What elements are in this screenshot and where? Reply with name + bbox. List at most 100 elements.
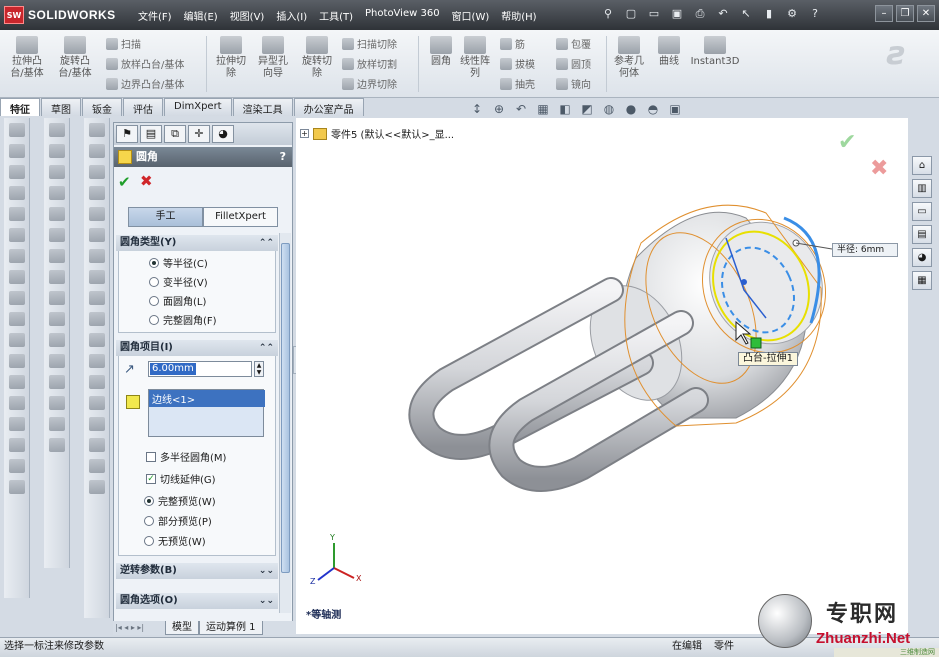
tab-render-tools[interactable]: 渲染工具 xyxy=(232,98,293,116)
wrap-button[interactable]: 包覆 xyxy=(556,36,591,51)
restore-icon[interactable]: ❐ xyxy=(896,5,914,22)
tab-sheet-metal[interactable]: 钣金 xyxy=(82,98,122,116)
view-orientation-icon[interactable]: ◧ xyxy=(558,102,572,116)
feature-tree-tab-icon[interactable]: ⚑ xyxy=(116,125,138,143)
ok-button[interactable]: ✔ xyxy=(118,173,131,191)
menu-file[interactable]: 文件(F) xyxy=(132,5,178,26)
instant3d-button[interactable]: Instant3D xyxy=(690,36,740,68)
hole-wizard-button[interactable]: 异型孔 向导 xyxy=(252,36,294,80)
tool-icon[interactable] xyxy=(88,333,105,347)
view-settings-icon[interactable]: ▣ xyxy=(668,102,682,116)
tool-icon[interactable] xyxy=(8,312,25,326)
custom-properties-icon[interactable]: ▦ xyxy=(912,271,932,290)
tool-icon[interactable] xyxy=(8,165,25,179)
display-style-icon[interactable]: ◩ xyxy=(580,102,594,116)
edges-selection-box[interactable]: 边线<1> xyxy=(148,389,265,437)
tool-icon[interactable] xyxy=(88,249,105,263)
tool-icon[interactable] xyxy=(8,270,25,284)
tool-icon[interactable] xyxy=(48,375,65,389)
radio-no-preview[interactable]: 无预览(W) xyxy=(144,533,206,548)
design-library-icon[interactable]: ▥ xyxy=(912,179,932,198)
tab-model[interactable]: 模型 xyxy=(165,621,199,635)
tool-icon[interactable] xyxy=(88,123,105,137)
boundary-cut-button[interactable]: 边界切除 xyxy=(342,76,397,91)
tool-icon[interactable] xyxy=(88,270,105,284)
tool-icon[interactable] xyxy=(48,396,65,410)
radio-variable-radius[interactable]: 变半径(V) xyxy=(149,274,208,289)
linear-pattern-button[interactable]: 线性阵 列 xyxy=(454,36,496,80)
tab-manual[interactable]: 手工 xyxy=(128,207,203,227)
zoom-to-fit-icon[interactable]: ↕ xyxy=(470,102,484,116)
tool-icon[interactable] xyxy=(48,312,65,326)
tool-icon[interactable] xyxy=(8,333,25,347)
tool-icon[interactable] xyxy=(88,480,105,494)
tool-icon[interactable] xyxy=(8,459,25,473)
tab-dimxpert[interactable]: DimXpert xyxy=(164,98,232,116)
tool-icon[interactable] xyxy=(8,249,25,263)
appearance-tab-icon[interactable]: ◕ xyxy=(212,125,234,143)
tool-icon[interactable] xyxy=(48,228,65,242)
menu-view[interactable]: 视图(V) xyxy=(224,5,271,26)
graphics-area[interactable]: Y X Z xyxy=(296,118,908,634)
tool-icon[interactable] xyxy=(8,207,25,221)
help-button[interactable]: ? xyxy=(280,147,286,167)
feature-tree-flyout[interactable]: + 零件5 (默认<<默认>_显... xyxy=(300,126,454,141)
rebuild-icon[interactable]: ▮ xyxy=(761,6,777,22)
file-explorer-icon[interactable]: ▭ xyxy=(912,202,932,221)
pin-icon[interactable]: ⚲ xyxy=(600,6,616,22)
extrude-boss-button[interactable]: 拉伸凸 台/基体 xyxy=(6,36,48,80)
tab-features[interactable]: 特征 xyxy=(0,98,40,116)
tool-icon[interactable] xyxy=(8,438,25,452)
radio-constant-radius[interactable]: 等半径(C) xyxy=(149,255,208,270)
ref-geometry-button[interactable]: 参考几 何体 xyxy=(608,36,650,80)
edit-appearance-icon[interactable]: ● xyxy=(624,102,638,116)
fillet-items-header[interactable]: 圆角项目(I) ⌃⌃ xyxy=(116,340,278,356)
tool-icon[interactable] xyxy=(88,354,105,368)
app-logo[interactable]: SW SOLIDWORKS xyxy=(4,5,116,25)
tool-icon[interactable] xyxy=(88,417,105,431)
configuration-tab-icon[interactable]: ⧉ xyxy=(164,125,186,143)
sweep-button[interactable]: 扫描 xyxy=(106,36,141,51)
boundary-boss-button[interactable]: 边界凸台/基体 xyxy=(106,76,184,91)
tab-filletxpert[interactable]: FilletXpert xyxy=(203,207,278,227)
tool-icon[interactable] xyxy=(48,417,65,431)
menu-insert[interactable]: 插入(I) xyxy=(270,5,313,26)
select-arrow-icon[interactable]: ↖ xyxy=(738,6,754,22)
cancel-button[interactable]: ✖ xyxy=(140,172,153,190)
tool-icon[interactable] xyxy=(48,438,65,452)
selected-edge-item[interactable]: 边线<1> xyxy=(149,390,265,407)
tool-icon[interactable] xyxy=(8,480,25,494)
radio-face-fillet[interactable]: 面圆角(L) xyxy=(149,293,206,308)
options-gear-icon[interactable]: ⚙ xyxy=(784,6,800,22)
tool-icon[interactable] xyxy=(8,123,25,137)
tab-evaluate[interactable]: 评估 xyxy=(123,98,163,116)
resources-home-icon[interactable]: ⌂ xyxy=(912,156,932,175)
swept-cut-button[interactable]: 扫描切除 xyxy=(342,36,397,51)
fillet-options-header[interactable]: 圆角选项(O) ⌄⌄ xyxy=(116,593,278,609)
setback-header[interactable]: 逆转参数(B) ⌄⌄ xyxy=(116,563,278,579)
dome-button[interactable]: 圆顶 xyxy=(556,56,591,71)
expand-plus-icon[interactable]: + xyxy=(300,129,309,138)
confirm-cancel-icon[interactable]: ✖ xyxy=(870,156,888,181)
scroll-thumb[interactable] xyxy=(281,243,290,573)
curves-button[interactable]: 曲线 xyxy=(648,36,690,68)
tool-icon[interactable] xyxy=(88,207,105,221)
tool-icon[interactable] xyxy=(88,459,105,473)
checkbox-tangent-propagation[interactable]: ✓ 切线延伸(G) xyxy=(146,471,216,486)
tool-icon[interactable] xyxy=(88,438,105,452)
revolve-cut-button[interactable]: 旋转切 除 xyxy=(296,36,338,80)
save-icon[interactable]: ▣ xyxy=(669,6,685,22)
print-icon[interactable]: ⎙ xyxy=(692,6,708,22)
checkbox-multi-radius[interactable]: 多半径圆角(M) xyxy=(146,449,226,464)
tool-icon[interactable] xyxy=(48,333,65,347)
tool-icon[interactable] xyxy=(48,123,65,137)
dimxpert-tab-icon[interactable]: ✛ xyxy=(188,125,210,143)
radio-full-preview[interactable]: 完整预览(W) xyxy=(144,493,216,508)
tool-icon[interactable] xyxy=(48,354,65,368)
tool-icon[interactable] xyxy=(48,207,65,221)
shell-button[interactable]: 抽壳 xyxy=(500,76,535,91)
tool-icon[interactable] xyxy=(88,312,105,326)
close-icon[interactable]: ✕ xyxy=(917,5,935,22)
radio-full-round[interactable]: 完整圆角(F) xyxy=(149,312,217,327)
view-palette-icon[interactable]: ▤ xyxy=(912,225,932,244)
